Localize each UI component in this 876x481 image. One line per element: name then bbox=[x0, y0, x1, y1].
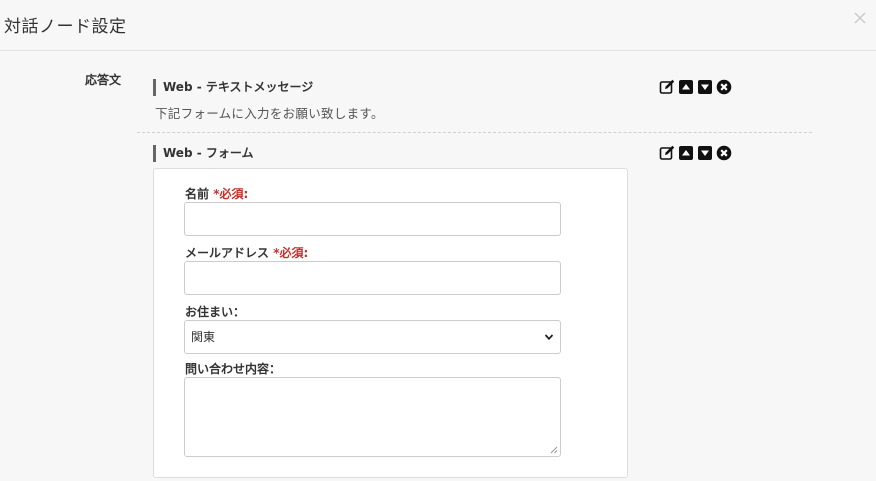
edit-icon[interactable] bbox=[659, 79, 675, 95]
delete-icon[interactable] bbox=[716, 145, 732, 161]
resize-grip-icon[interactable] bbox=[550, 446, 558, 454]
name-label-text: 名前 bbox=[185, 187, 210, 201]
inquiry-textarea[interactable] bbox=[184, 377, 561, 457]
move-down-icon[interactable] bbox=[697, 79, 713, 95]
edit-icon[interactable] bbox=[659, 145, 675, 161]
inquiry-field-label: 問い合わせ内容： bbox=[185, 362, 282, 376]
email-required-mark: *必須: bbox=[273, 246, 309, 260]
email-field-label: メールアドレス *必須: bbox=[185, 244, 308, 261]
residence-field-label: お住まい： bbox=[185, 305, 246, 319]
move-down-icon[interactable] bbox=[697, 145, 713, 161]
response-label: 応答文 bbox=[85, 73, 122, 87]
email-label-text: メールアドレス bbox=[185, 246, 270, 260]
close-icon[interactable] bbox=[852, 10, 868, 26]
form-preview: 名前 *必須: メールアドレス *必須: お住まい： 関東 問い合わせ内容： bbox=[153, 168, 628, 478]
chevron-down-icon bbox=[544, 334, 554, 341]
modal-header: 対話ノード設定 bbox=[0, 0, 876, 51]
text-message-toolbar bbox=[659, 79, 732, 95]
email-input[interactable] bbox=[184, 261, 561, 295]
residence-selected-value: 関東 bbox=[191, 330, 216, 344]
residence-select[interactable]: 関東 bbox=[184, 320, 561, 354]
text-message-content: 下記フォームに入力をお願い致します。 bbox=[155, 106, 384, 121]
name-required-mark: *必須: bbox=[213, 187, 249, 201]
block-divider bbox=[137, 132, 812, 133]
name-input[interactable] bbox=[184, 202, 561, 236]
form-block-title: Web - フォーム bbox=[153, 145, 254, 162]
move-up-icon[interactable] bbox=[678, 79, 694, 95]
move-up-icon[interactable] bbox=[678, 145, 694, 161]
form-toolbar bbox=[659, 145, 732, 161]
text-message-block-title: Web - テキストメッセージ bbox=[153, 79, 313, 96]
delete-icon[interactable] bbox=[716, 79, 732, 95]
modal-title: 対話ノード設定 bbox=[4, 17, 127, 37]
name-field-label: 名前 *必須: bbox=[185, 185, 248, 202]
